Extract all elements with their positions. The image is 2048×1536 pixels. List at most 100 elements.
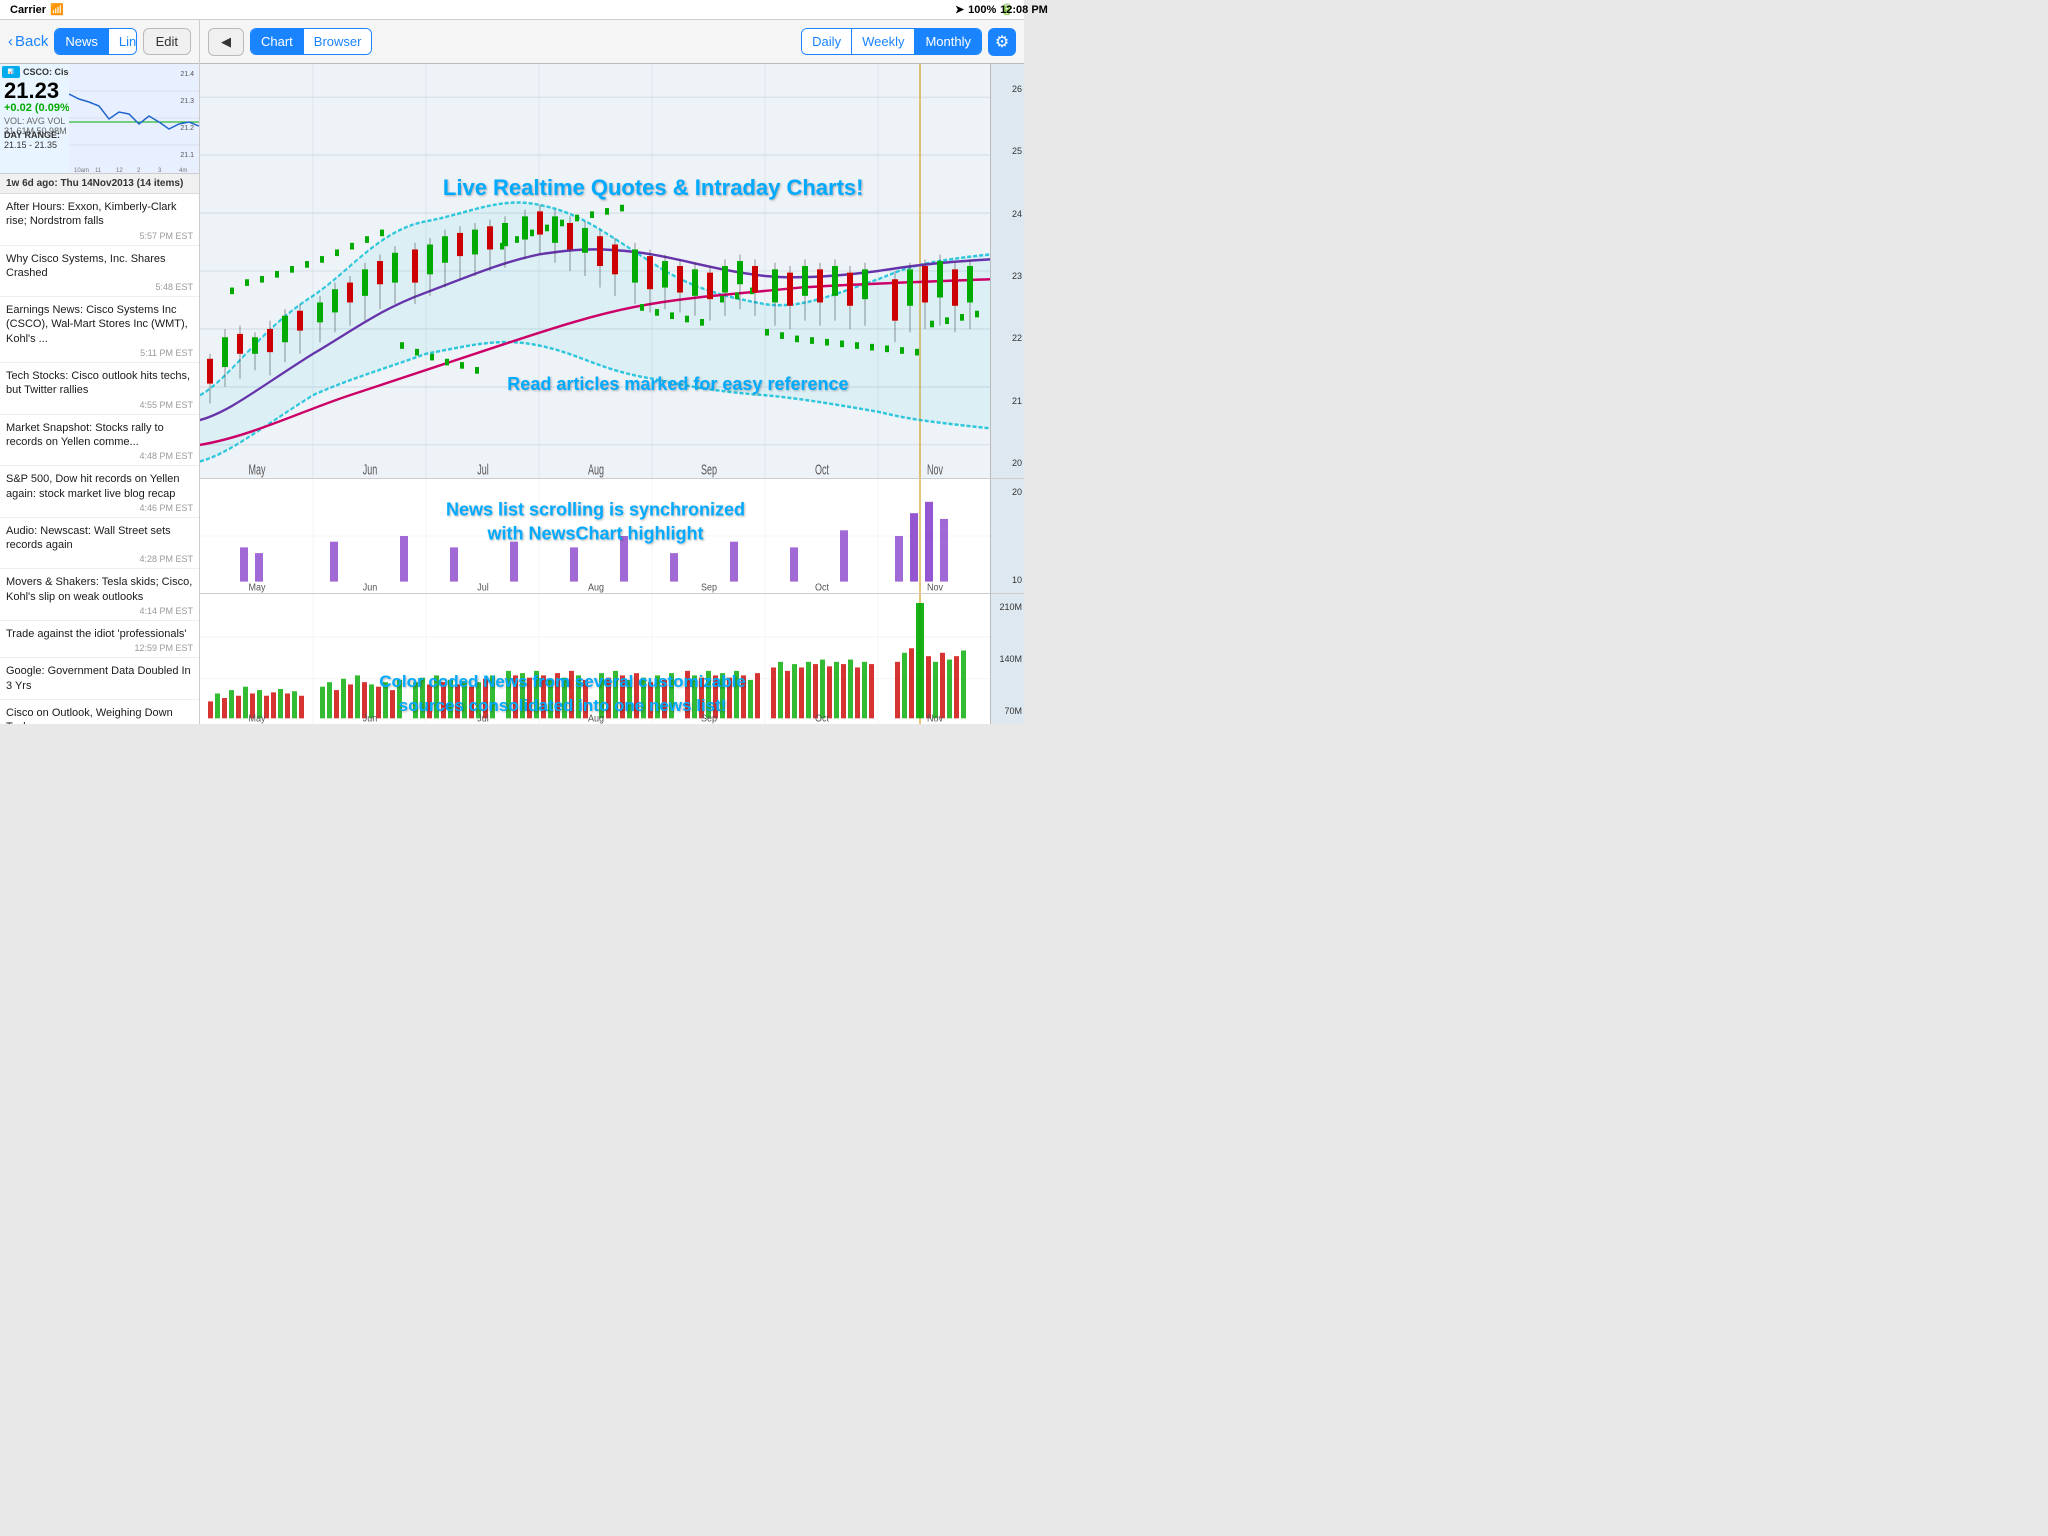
svg-text:Jul: Jul [477,582,488,593]
svg-text:Oct: Oct [815,582,829,593]
list-item[interactable]: Movers & Shakers: Tesla skids; Cisco, Ko… [0,569,199,621]
tab-links[interactable]: Links [109,29,137,54]
news-time: 5:57 PM EST [6,231,193,241]
list-item[interactable]: Tech Stocks: Cisco outlook hits techs, b… [0,363,199,415]
btn-weekly[interactable]: Weekly [852,29,915,54]
vol-y-label-70m: 70M [993,706,1022,716]
svg-text:21.4: 21.4 [180,71,194,78]
avg-vol-label: AVG VOL [27,116,66,126]
news-title: Why Cisco Systems, Inc. Shares Crashed [6,252,193,281]
news-time: 4:48 PM EST [6,451,193,461]
carrier-label: Carrier [10,4,46,16]
svg-text:11: 11 [95,168,102,174]
volume-y-axis: 210M 140M 70M [990,594,1024,724]
svg-text:Jun: Jun [363,713,377,724]
price-label-26: 26 [993,84,1022,94]
vol-label: VOL: [4,116,25,126]
svg-text:Sep: Sep [701,582,717,593]
btn-monthly[interactable]: Monthly [915,29,981,54]
btn-daily[interactable]: Daily [802,29,852,54]
tab-news[interactable]: News [55,29,109,54]
list-item[interactable]: S&P 500, Dow hit records on Yellen again… [0,466,199,518]
edit-button[interactable]: Edit [143,28,191,55]
list-item[interactable]: Cisco on Outlook, Weighing Down Tech 9:4… [0,700,199,724]
main-chart-area: Price: CSCO — BB (20, 2.0) — SMA (50) • … [200,64,1024,479]
news-time: 4:14 PM EST [6,606,193,616]
svg-text:Nov: Nov [927,713,943,724]
timeframe-group: Daily Weekly Monthly [801,28,982,55]
wifi-icon: 📶 [50,3,64,16]
main-layout: ‹ Back News Links Stats Edit 📊 CSCO: Cis… [0,20,1024,724]
svg-text:Aug: Aug [588,713,604,724]
svg-text:Nov: Nov [927,582,943,593]
svg-text:Nov: Nov [927,461,944,478]
news-title: Earnings News: Cisco Systems Inc (CSCO),… [6,303,193,346]
mini-chart-change: +0.02 (0.09%) [4,102,73,114]
price-label-24: 24 [993,209,1022,219]
svg-text:Jun: Jun [363,582,377,593]
price-label-20: 20 [993,458,1022,468]
news-time: 4:55 PM EST [6,400,193,410]
vol-y-label-140m: 140M [993,654,1022,664]
list-item[interactable]: After Hours: Exxon, Kimberly-Clark rise;… [0,194,199,246]
svg-text:Jun: Jun [363,461,378,478]
day-range-label: DAY RANGE: [4,130,60,140]
news-title: After Hours: Exxon, Kimberly-Clark rise;… [6,200,193,229]
vol-y-label-210m: 210M [993,602,1022,612]
news-y-axis: 20 10 [990,479,1024,593]
news-list[interactable]: After Hours: Exxon, Kimberly-Clark rise;… [0,194,199,724]
svg-text:Jul: Jul [477,713,488,724]
mini-chart: 📊 CSCO: Cisco... 21.23 +0.02 (0.09%) VOL… [0,64,199,174]
price-chart-svg: May Jun Jul Aug Sep Oct Nov [200,64,990,478]
location-icon: ➤ [955,3,964,16]
chart-nav-bar: ◀ Chart Browser Daily Weekly Monthly ⚙ [200,20,1024,64]
mini-chart-svg: 21.4 21.3 21.2 21.1 10am 11 12 2 3 4m [69,64,199,174]
news-chart-svg: May Jun Jul Aug Sep Oct Nov [200,479,990,593]
svg-text:Oct: Oct [815,713,829,724]
list-item[interactable]: Audio: Newscast: Wall Street sets record… [0,518,199,570]
left-tab-group: News Links Stats [54,28,136,55]
price-label-21: 21 [993,396,1022,406]
svg-text:4m: 4m [179,168,187,174]
chart-tab-group: Chart Browser [250,28,372,55]
ticker-logo: 📊 [2,66,20,78]
svg-text:Aug: Aug [588,582,604,593]
news-section-header: 1w 6d ago: Thu 14Nov2013 (14 items) [0,174,199,194]
svg-text:May: May [249,461,267,478]
svg-text:Aug: Aug [588,461,604,478]
tab-browser[interactable]: Browser [304,29,372,54]
day-range-value: 21.15 - 21.35 [4,140,57,150]
volume-chart-area: Volume 85.5M Color coded News from sever… [200,594,1024,724]
news-time: 5:48 EST [6,282,193,292]
price-label-23: 23 [993,271,1022,281]
settings-button[interactable]: ⚙ [988,28,1016,56]
svg-text:12: 12 [116,168,123,174]
svg-text:10am: 10am [74,168,89,174]
list-item[interactable]: Earnings News: Cisco Systems Inc (CSCO),… [0,297,199,363]
svg-text:May: May [249,713,266,724]
svg-text:Sep: Sep [701,713,717,724]
status-left: Carrier 📶 [10,3,64,16]
battery-label: 100% [968,4,996,16]
chart-back-button[interactable]: ◀ [208,28,244,56]
status-bar: Carrier 📶 12:08 PM ➤ 100% 🔋 [0,0,1024,20]
svg-text:21.3: 21.3 [180,98,194,105]
tab-chart[interactable]: Chart [251,29,304,54]
volume-chart-svg: May Jun Jul Aug Sep Oct Nov [200,594,990,724]
news-title: Cisco on Outlook, Weighing Down Tech [6,706,193,724]
list-item[interactable]: Market Snapshot: Stocks rally to records… [0,415,199,467]
news-title: Trade against the idiot 'professionals' [6,627,193,641]
price-label-22: 22 [993,333,1022,343]
news-title: Audio: Newscast: Wall Street sets record… [6,524,193,553]
list-item[interactable]: Trade against the idiot 'professionals' … [0,621,199,658]
back-button[interactable]: ‹ Back [8,33,48,50]
right-panel: ◀ Chart Browser Daily Weekly Monthly ⚙ P… [200,20,1024,724]
price-label-25: 25 [993,146,1022,156]
list-item[interactable]: Google: Government Data Doubled In 3 Yrs [0,658,199,700]
mini-chart-price: 21.23 [4,78,59,104]
left-nav-bar: ‹ Back News Links Stats Edit [0,20,199,64]
news-time: 12:59 PM EST [6,643,193,653]
svg-text:21.2: 21.2 [180,125,194,132]
news-y-label-20: 20 [993,487,1022,497]
list-item[interactable]: Why Cisco Systems, Inc. Shares Crashed 5… [0,246,199,298]
